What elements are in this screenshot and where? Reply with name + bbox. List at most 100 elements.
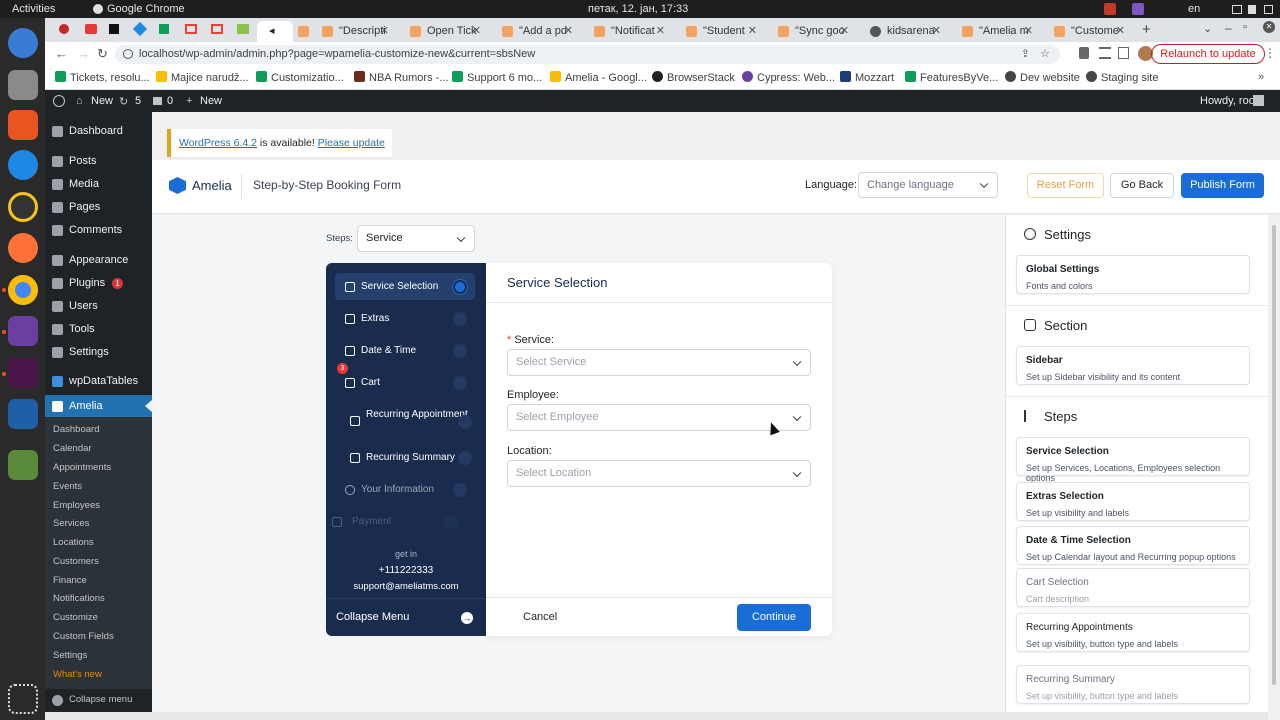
reload-icon[interactable]: ↻ bbox=[97, 46, 108, 62]
bookmark[interactable]: Staging site bbox=[1086, 71, 1158, 84]
step-extras[interactable]: Extras bbox=[335, 305, 475, 332]
card-date-time-selection[interactable]: Date & Time Selection Set up Calendar lay… bbox=[1016, 526, 1250, 565]
wordpress-logo-icon[interactable] bbox=[53, 95, 65, 107]
text-editor-icon[interactable] bbox=[8, 399, 38, 429]
more-bookmarks-icon[interactable]: » bbox=[1258, 71, 1264, 83]
card-service-selection[interactable]: Service Selection Set up Services, Locati… bbox=[1016, 437, 1250, 483]
step-recurring-appointment[interactable]: Recurring Appointment bbox=[340, 401, 480, 443]
trash-icon[interactable] bbox=[8, 450, 38, 480]
submenu-settings[interactable]: Settings bbox=[53, 650, 87, 661]
updates-count[interactable]: 5 bbox=[135, 95, 141, 107]
tab[interactable]: "Student ✕ bbox=[679, 21, 761, 42]
menu-settings[interactable]: Settings bbox=[45, 346, 152, 358]
bookmark[interactable]: Dev website bbox=[1005, 71, 1080, 84]
go-back-button[interactable]: Go Back bbox=[1110, 173, 1174, 198]
bookmark-star-icon[interactable]: ☆ bbox=[1040, 45, 1050, 64]
gmail-tab-icon[interactable] bbox=[185, 24, 197, 34]
step-payment[interactable]: Payment bbox=[326, 508, 466, 535]
submenu-appointments[interactable]: Appointments bbox=[53, 462, 111, 473]
site-name-link[interactable]: New bbox=[91, 95, 113, 107]
submenu-whats-new[interactable]: What's new bbox=[53, 669, 102, 680]
site-info-icon[interactable] bbox=[123, 49, 133, 59]
updates-icon[interactable]: ↻ bbox=[119, 95, 128, 108]
chrome-icon[interactable] bbox=[8, 275, 38, 305]
submenu-customers[interactable]: Customers bbox=[53, 556, 99, 567]
version-link[interactable]: WordPress 6.4.2 bbox=[179, 137, 257, 149]
submenu-dashboard[interactable]: Dashboard bbox=[53, 424, 99, 435]
help-icon[interactable] bbox=[8, 150, 38, 180]
menu-amelia[interactable]: Amelia bbox=[45, 395, 152, 417]
language-select[interactable]: Change language bbox=[858, 172, 998, 198]
software-icon[interactable] bbox=[8, 110, 38, 140]
pinned-tab-icon[interactable] bbox=[59, 24, 69, 34]
menu-pages[interactable]: Pages bbox=[45, 201, 152, 213]
employee-select[interactable]: Select Employee bbox=[507, 404, 811, 431]
tray-icon[interactable] bbox=[1132, 3, 1144, 15]
comments-icon[interactable] bbox=[153, 97, 162, 105]
menu-tools[interactable]: Tools bbox=[45, 323, 152, 335]
menu-appearance[interactable]: Appearance bbox=[45, 254, 152, 266]
maximize-icon[interactable]: ▫ bbox=[1243, 21, 1247, 33]
step-service-selection[interactable]: Service Selection bbox=[335, 273, 475, 300]
plus-icon[interactable]: + bbox=[186, 95, 192, 107]
network-icon[interactable] bbox=[1232, 5, 1242, 14]
service-select[interactable]: Select Service bbox=[507, 349, 811, 376]
step-date-time[interactable]: Date & Time bbox=[335, 337, 475, 364]
sheets-tab-icon[interactable] bbox=[159, 24, 169, 34]
relaunch-button[interactable]: Relaunch to update bbox=[1151, 44, 1265, 64]
bookmark[interactable]: FeaturesByVe... bbox=[905, 71, 998, 84]
bookmark[interactable]: NBA Rumors -... bbox=[354, 71, 448, 84]
card-recurring-summary[interactable]: Recurring Summary Set up visibility, butt… bbox=[1016, 665, 1250, 704]
close-window-icon[interactable]: ✕ bbox=[1263, 21, 1275, 33]
bookmark[interactable]: Cypress: Web... bbox=[742, 71, 835, 84]
card-global-settings[interactable]: Global Settings Fonts and colors bbox=[1016, 255, 1250, 294]
tab[interactable]: "Sync goo ✕ bbox=[771, 21, 853, 42]
bookmark[interactable]: Tickets, resolu... bbox=[55, 71, 150, 84]
card-recurring-appointments[interactable]: Recurring Appointments Set up visibility,… bbox=[1016, 613, 1250, 652]
home-icon[interactable]: ⌂ bbox=[76, 95, 83, 107]
tab[interactable]: "Amelia m ✕ bbox=[955, 21, 1037, 42]
menu-dashboard[interactable]: Dashboard bbox=[45, 125, 152, 137]
menu-posts[interactable]: Posts bbox=[45, 155, 152, 167]
location-select[interactable]: Select Location bbox=[507, 460, 811, 487]
bookmark[interactable]: Customizatio... bbox=[256, 71, 344, 84]
files-icon[interactable] bbox=[8, 70, 38, 100]
collapse-menu-button[interactable]: Collapse menu bbox=[45, 694, 152, 706]
steps-select[interactable]: Service bbox=[357, 225, 475, 252]
publish-form-button[interactable]: Publish Form bbox=[1181, 173, 1264, 198]
rhythmbox-icon[interactable] bbox=[8, 192, 38, 222]
reset-form-button[interactable]: Reset Form bbox=[1027, 173, 1104, 198]
tray-icon[interactable] bbox=[1104, 3, 1116, 15]
scrollbar[interactable] bbox=[1268, 215, 1280, 720]
tab[interactable]: "Notificat ✕ bbox=[587, 21, 669, 42]
new-content-link[interactable]: New bbox=[200, 95, 222, 107]
menu-comments[interactable]: Comments bbox=[45, 224, 152, 236]
tab[interactable]: Open Tick ✕ bbox=[403, 21, 485, 42]
postman-icon[interactable] bbox=[8, 316, 38, 346]
step-recurring-summary[interactable]: Recurring Summary bbox=[340, 444, 480, 471]
activities-button[interactable]: Activities bbox=[12, 3, 55, 15]
submenu-locations[interactable]: Locations bbox=[53, 537, 94, 548]
step-cart[interactable]: Cart 3 bbox=[335, 363, 475, 396]
menu-media[interactable]: Media bbox=[45, 178, 152, 190]
bookmark[interactable]: Mozzart bbox=[840, 71, 894, 84]
pinned-tab-icon[interactable] bbox=[237, 24, 249, 34]
active-tab[interactable]: ◂ bbox=[257, 21, 293, 42]
submenu-customize[interactable]: Customize bbox=[53, 612, 98, 623]
side-panel-icon[interactable] bbox=[1118, 47, 1129, 59]
howdy-user[interactable]: Howdy, root bbox=[1200, 95, 1258, 107]
tab[interactable]: "Custome ✕ bbox=[1047, 21, 1129, 42]
gmail-tab-icon[interactable] bbox=[211, 24, 223, 34]
bookmark[interactable]: Support 6 mo... bbox=[452, 71, 542, 84]
keyboard-layout[interactable]: en bbox=[1188, 3, 1200, 15]
jira-tab-icon[interactable] bbox=[132, 21, 148, 37]
bookmark[interactable]: Amelia - Googl... bbox=[550, 71, 647, 84]
tab[interactable]: "Add a pd ✕ bbox=[495, 21, 577, 42]
thunderbird-icon[interactable] bbox=[8, 28, 38, 58]
slack-icon[interactable] bbox=[8, 358, 38, 388]
comments-count[interactable]: 0 bbox=[167, 95, 173, 107]
extensions-icon[interactable] bbox=[1079, 47, 1089, 59]
more-icon[interactable]: ⋮ bbox=[1264, 46, 1276, 60]
tab[interactable]: "Descripti ✕ bbox=[315, 21, 393, 42]
submenu-notifications[interactable]: Notifications bbox=[53, 593, 105, 604]
